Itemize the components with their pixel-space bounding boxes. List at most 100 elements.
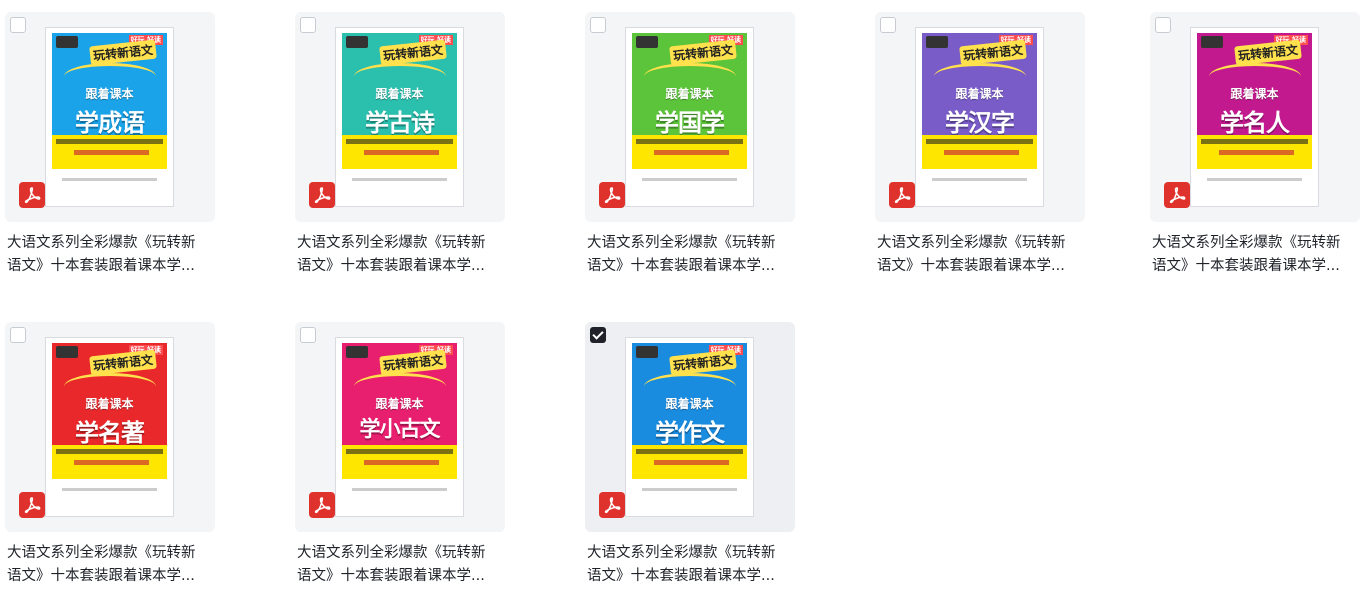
select-checkbox[interactable] — [10, 327, 26, 343]
pdf-icon — [1164, 182, 1190, 208]
cover-subtitle: 跟着课本 — [85, 397, 134, 411]
cover-subtitle: 跟着课本 — [1230, 87, 1279, 101]
pdf-icon — [889, 182, 915, 208]
file-name-line: 语文》十本套装跟着课本学... — [877, 258, 1065, 274]
file-thumbnail[interactable]: 好玩 好读 玩转新语文 跟着课本 学作文 — [585, 322, 795, 532]
select-checkbox[interactable] — [300, 17, 316, 33]
file-card[interactable]: 好玩 好读 玩转新语文 跟着课本 学名人 大语文系列全彩爆款《玩转新 语文》十本… — [1150, 12, 1360, 302]
file-card[interactable]: 好玩 好读 玩转新语文 跟着课本 学小古文 大语文系列全彩爆款《玩转新 语文》十… — [295, 322, 505, 612]
cover-art: 好玩 好读 玩转新语文 跟着课本 学作文 — [632, 343, 747, 479]
file-name[interactable]: 大语文系列全彩爆款《玩转新 语文》十本套装跟着课本学... — [297, 232, 509, 278]
cover-footer — [52, 479, 167, 501]
book-cover: 好玩 好读 玩转新语文 跟着课本 学名人 — [1190, 27, 1319, 207]
publisher-badge — [56, 346, 78, 358]
cover-footer — [1197, 169, 1312, 191]
cover-title: 学汉字 — [945, 109, 1015, 137]
file-name-line: 语文》十本套装跟着课本学... — [7, 258, 195, 274]
book-cover: 好玩 好读 玩转新语文 跟着课本 学国学 — [625, 27, 754, 207]
file-card[interactable]: 好玩 好读 玩转新语文 跟着课本 学成语 大语文系列全彩爆款《玩转新 语文》十本… — [5, 12, 215, 302]
select-checkbox[interactable] — [590, 327, 606, 343]
file-card[interactable]: 好玩 好读 玩转新语文 跟着课本 学汉字 大语文系列全彩爆款《玩转新 语文》十本… — [875, 12, 1085, 302]
cover-band — [52, 135, 167, 169]
select-checkbox[interactable] — [590, 17, 606, 33]
cover-title: 学名人 — [1220, 109, 1290, 137]
cover-footer — [632, 479, 747, 501]
file-name-line: 语文》十本套装跟着课本学... — [1152, 258, 1340, 274]
cover-art: 好玩 好读 玩转新语文 跟着课本 学成语 — [52, 33, 167, 169]
book-cover: 好玩 好读 玩转新语文 跟着课本 学作文 — [625, 337, 754, 517]
cover-title: 学国学 — [655, 109, 725, 137]
file-card[interactable]: 好玩 好读 玩转新语文 跟着课本 学名著 大语文系列全彩爆款《玩转新 语文》十本… — [5, 322, 215, 612]
cover-subtitle: 跟着课本 — [375, 87, 424, 101]
file-thumbnail[interactable]: 好玩 好读 玩转新语文 跟着课本 学国学 — [585, 12, 795, 222]
cover-band — [922, 135, 1037, 169]
cover-band — [342, 135, 457, 169]
cover-band — [632, 445, 747, 479]
cover-art: 好玩 好读 玩转新语文 跟着课本 学古诗 — [342, 33, 457, 169]
cover-title: 学古诗 — [365, 109, 435, 137]
cover-title: 学名著 — [75, 419, 145, 447]
file-name[interactable]: 大语文系列全彩爆款《玩转新 语文》十本套装跟着课本学... — [587, 542, 799, 588]
select-checkbox[interactable] — [10, 17, 26, 33]
cover-title: 学成语 — [75, 109, 145, 137]
cover-art: 好玩 好读 玩转新语文 跟着课本 学名人 — [1197, 33, 1312, 169]
series-logo: 玩转新语文 — [669, 349, 737, 376]
cover-footer — [922, 169, 1037, 191]
publisher-badge — [1201, 36, 1223, 48]
cover-footer — [52, 169, 167, 191]
series-logo: 玩转新语文 — [1234, 39, 1302, 66]
publisher-badge — [346, 36, 368, 48]
file-thumbnail[interactable]: 好玩 好读 玩转新语文 跟着课本 学汉字 — [875, 12, 1085, 222]
file-card[interactable]: 好玩 好读 玩转新语文 跟着课本 学国学 大语文系列全彩爆款《玩转新 语文》十本… — [585, 12, 795, 302]
file-thumbnail[interactable]: 好玩 好读 玩转新语文 跟着课本 学名人 — [1150, 12, 1360, 222]
publisher-badge — [56, 36, 78, 48]
cover-art: 好玩 好读 玩转新语文 跟着课本 学汉字 — [922, 33, 1037, 169]
pdf-icon — [309, 182, 335, 208]
publisher-badge — [636, 346, 658, 358]
cover-subtitle: 跟着课本 — [85, 87, 134, 101]
file-name[interactable]: 大语文系列全彩爆款《玩转新 语文》十本套装跟着课本学... — [7, 542, 219, 588]
file-name-line: 大语文系列全彩爆款《玩转新 — [1152, 235, 1341, 251]
select-checkbox[interactable] — [1155, 17, 1171, 33]
file-name-line: 大语文系列全彩爆款《玩转新 — [587, 235, 776, 251]
file-name[interactable]: 大语文系列全彩爆款《玩转新 语文》十本套装跟着课本学... — [7, 232, 219, 278]
file-thumbnail[interactable]: 好玩 好读 玩转新语文 跟着课本 学古诗 — [295, 12, 505, 222]
pdf-icon — [19, 492, 45, 518]
publisher-badge — [636, 36, 658, 48]
file-name[interactable]: 大语文系列全彩爆款《玩转新 语文》十本套装跟着课本学... — [877, 232, 1089, 278]
cover-band — [342, 445, 457, 479]
publisher-badge — [346, 346, 368, 358]
file-card[interactable]: 好玩 好读 玩转新语文 跟着课本 学作文 大语文系列全彩爆款《玩转新 语文》十本… — [585, 322, 795, 612]
file-name-line: 语文》十本套装跟着课本学... — [297, 568, 485, 584]
cover-title: 学小古文 — [359, 417, 441, 441]
cover-subtitle: 跟着课本 — [955, 87, 1004, 101]
file-name[interactable]: 大语文系列全彩爆款《玩转新 语文》十本套装跟着课本学... — [587, 232, 799, 278]
series-logo: 玩转新语文 — [89, 39, 157, 66]
series-logo: 玩转新语文 — [379, 349, 447, 376]
file-thumbnail[interactable]: 好玩 好读 玩转新语文 跟着课本 学名著 — [5, 322, 215, 532]
cover-footer — [632, 169, 747, 191]
series-logo: 玩转新语文 — [669, 39, 737, 66]
file-name-line: 语文》十本套装跟着课本学... — [297, 258, 485, 274]
cover-subtitle: 跟着课本 — [375, 397, 424, 411]
file-name-line: 大语文系列全彩爆款《玩转新 — [587, 545, 776, 561]
cover-band — [1197, 135, 1312, 169]
file-name-line: 大语文系列全彩爆款《玩转新 — [877, 235, 1066, 251]
cover-band — [52, 445, 167, 479]
file-name[interactable]: 大语文系列全彩爆款《玩转新 语文》十本套装跟着课本学... — [297, 542, 509, 588]
cover-band — [632, 135, 747, 169]
cover-art: 好玩 好读 玩转新语文 跟着课本 学名著 — [52, 343, 167, 479]
file-name[interactable]: 大语文系列全彩爆款《玩转新 语文》十本套装跟着课本学... — [1152, 232, 1363, 278]
file-thumbnail[interactable]: 好玩 好读 玩转新语文 跟着课本 学小古文 — [295, 322, 505, 532]
cover-title: 学作文 — [655, 419, 725, 447]
file-name-line: 语文》十本套装跟着课本学... — [587, 258, 775, 274]
file-card[interactable]: 好玩 好读 玩转新语文 跟着课本 学古诗 大语文系列全彩爆款《玩转新 语文》十本… — [295, 12, 505, 302]
book-cover: 好玩 好读 玩转新语文 跟着课本 学小古文 — [335, 337, 464, 517]
select-checkbox[interactable] — [880, 17, 896, 33]
book-cover: 好玩 好读 玩转新语文 跟着课本 学古诗 — [335, 27, 464, 207]
file-thumbnail[interactable]: 好玩 好读 玩转新语文 跟着课本 学成语 — [5, 12, 215, 222]
file-name-line: 语文》十本套装跟着课本学... — [7, 568, 195, 584]
file-name-line: 语文》十本套装跟着课本学... — [587, 568, 775, 584]
select-checkbox[interactable] — [300, 327, 316, 343]
book-cover: 好玩 好读 玩转新语文 跟着课本 学名著 — [45, 337, 174, 517]
